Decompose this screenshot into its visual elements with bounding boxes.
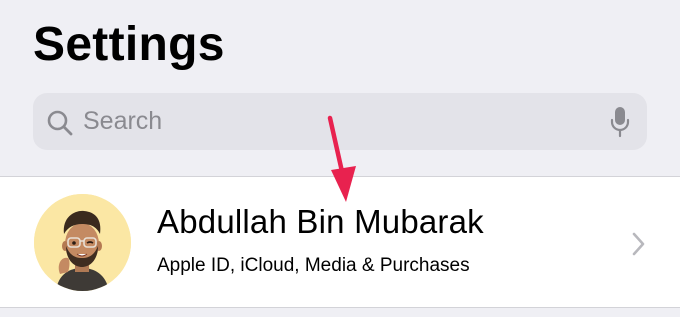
profile-name: Abdullah Bin Mubarak xyxy=(157,203,484,240)
apple-id-profile-cell[interactable]: Abdullah Bin Mubarak Apple ID, iCloud, M… xyxy=(0,177,680,307)
microphone-icon[interactable] xyxy=(609,106,631,138)
memoji-avatar-icon xyxy=(34,194,131,291)
search-bar[interactable]: Search xyxy=(33,93,647,150)
chevron-right-icon xyxy=(632,232,645,256)
search-icon xyxy=(47,110,73,136)
section-divider-bottom xyxy=(0,307,680,308)
page-title: Settings xyxy=(33,18,225,71)
profile-subtitle: Apple ID, iCloud, Media & Purchases xyxy=(157,255,470,276)
avatar xyxy=(34,194,131,291)
search-input[interactable]: Search xyxy=(83,93,162,150)
